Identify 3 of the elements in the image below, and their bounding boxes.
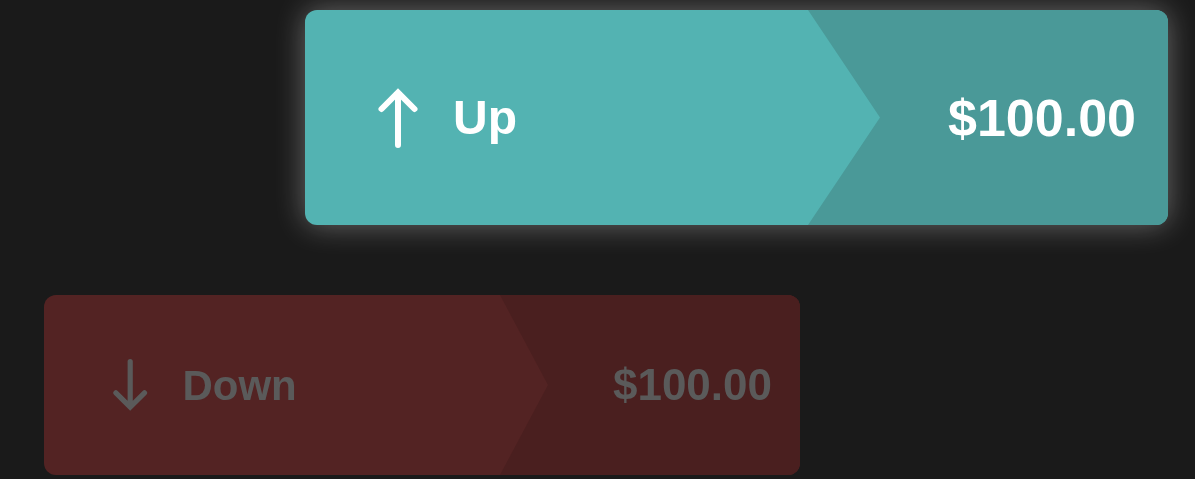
up-button[interactable]: Up $100.00 — [305, 10, 1168, 225]
down-arrow-icon — [112, 359, 149, 411]
up-arrow-icon — [377, 87, 419, 148]
